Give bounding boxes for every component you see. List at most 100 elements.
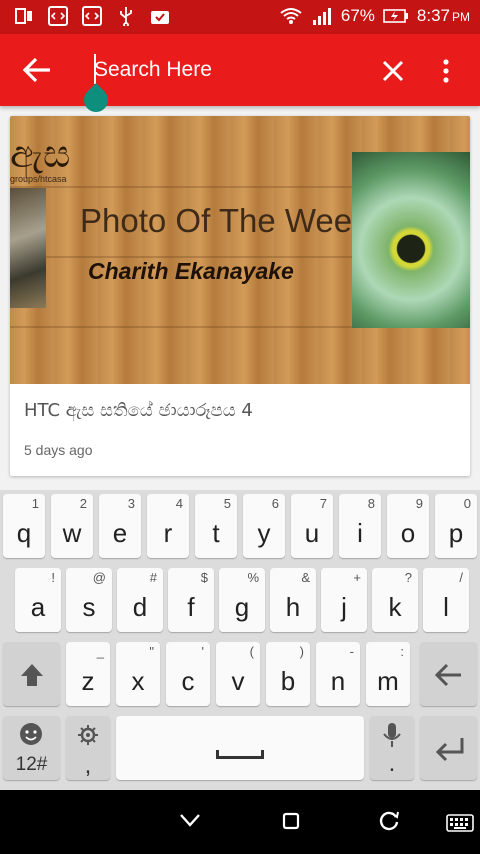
code-icon — [48, 6, 68, 26]
notification-icons — [14, 6, 170, 26]
key-p[interactable]: 0p — [435, 494, 477, 558]
key-hint: 8 — [367, 496, 375, 511]
nav-back-icon[interactable] — [178, 810, 202, 830]
key-hint: 3 — [127, 496, 135, 511]
text-caret — [94, 54, 96, 84]
key-h[interactable]: & h — [270, 568, 316, 632]
settings-icon — [78, 725, 98, 745]
shift-icon — [20, 664, 43, 686]
key-g[interactable]: % g — [219, 568, 265, 632]
key-j[interactable]: + j — [321, 568, 367, 632]
symbols-key[interactable]: 12# — [3, 716, 60, 780]
key-hint: & — [301, 570, 310, 585]
key-hint: 7 — [319, 496, 327, 511]
key-e[interactable]: 3e — [99, 494, 141, 558]
key-hint: ) — [299, 644, 304, 659]
key-hint: 5 — [223, 496, 231, 511]
image-subtitle: Charith Ekanayake — [88, 258, 294, 284]
key-l[interactable]: / l — [423, 568, 469, 632]
key-hint: _ — [96, 644, 104, 659]
key-label: v — [231, 666, 245, 696]
keyboard-icon[interactable] — [446, 814, 474, 832]
key-label: w — [62, 518, 82, 548]
key-x[interactable]: " x — [116, 642, 160, 706]
space-key[interactable] — [116, 716, 364, 780]
backspace-icon — [434, 663, 461, 687]
key-hint: 4 — [175, 496, 183, 511]
image-flower-photo — [352, 152, 470, 328]
key-label: q — [16, 518, 32, 548]
status-bar: 67% 8:37 PM — [0, 0, 480, 34]
post-time: 5 days ago — [24, 442, 93, 458]
key-t[interactable]: 5t — [195, 494, 237, 558]
key-hint: ' — [201, 644, 204, 659]
search-toolbar — [0, 34, 480, 106]
key-label: c — [181, 666, 195, 696]
comma-key[interactable]: , — [66, 716, 110, 780]
key-label: t — [212, 518, 220, 548]
usb-icon — [120, 7, 132, 26]
key-v[interactable]: (v — [216, 642, 260, 706]
navigation-bar — [0, 790, 480, 854]
period-label: . — [388, 750, 396, 777]
key-q[interactable]: 1q — [3, 494, 45, 558]
key-o[interactable]: 9o — [387, 494, 429, 558]
key-label: j — [341, 592, 347, 622]
arrow-left-icon[interactable] — [14, 56, 54, 84]
key-u[interactable]: 7u — [291, 494, 333, 558]
nav-home-icon[interactable] — [282, 812, 300, 830]
symbols-label: 12# — [15, 754, 48, 775]
comma-label: , — [84, 752, 92, 779]
battery-percent: 67% — [340, 6, 375, 25]
key-c[interactable]: ' c — [166, 642, 210, 706]
key-w[interactable]: 2w — [51, 494, 93, 558]
key-f[interactable]: $ f — [168, 568, 214, 632]
soft-keyboard: 1q2w3e4r5t6y7u8i9o0p ! a @ s # d $ f% g & h + j? k / l … — [0, 490, 480, 790]
search-input[interactable] — [94, 52, 354, 88]
key-hint: 1 — [31, 496, 39, 511]
key-label: l — [443, 592, 449, 622]
shift-key[interactable] — [3, 642, 60, 706]
close-icon[interactable] — [378, 56, 408, 86]
key-hint: 0 — [463, 496, 471, 511]
key-a[interactable]: ! a — [15, 568, 61, 632]
key-label: f — [187, 592, 195, 622]
wifi-icon — [280, 8, 302, 24]
key-s[interactable]: @ s — [66, 568, 112, 632]
key-label: g — [234, 592, 250, 622]
image-logo-text: ඇස — [10, 132, 71, 176]
post-image[interactable]: ඇස groups/htcasa Photo Of The Week Chari… — [10, 116, 470, 384]
key-r[interactable]: 4r — [147, 494, 189, 558]
battery-charging-icon — [383, 9, 408, 23]
backspace-key[interactable] — [420, 642, 477, 706]
more-vert-icon[interactable] — [436, 56, 456, 86]
key-k[interactable]: ? k — [372, 568, 418, 632]
key-i[interactable]: 8i — [339, 494, 381, 558]
mic-icon — [383, 723, 401, 747]
clock: 8:37 PM — [416, 6, 470, 25]
key-hint: : — [400, 644, 404, 659]
key-d[interactable]: # d — [117, 568, 163, 632]
key-hint: ? — [404, 570, 412, 585]
key-hint: $ — [200, 570, 208, 585]
key-m[interactable]: :m — [366, 642, 410, 706]
key-label: n — [330, 666, 346, 696]
key-z[interactable]: _ z — [66, 642, 110, 706]
key-hint: " — [149, 644, 154, 659]
post-card[interactable]: ඇස groups/htcasa Photo Of The Week Chari… — [10, 116, 470, 476]
nav-recents-icon[interactable] — [378, 810, 400, 832]
period-key[interactable]: . — [370, 716, 414, 780]
key-label: e — [112, 518, 128, 548]
key-label: k — [388, 592, 402, 622]
phone-icon — [15, 8, 32, 24]
key-label: u — [304, 518, 320, 548]
key-y[interactable]: 6y — [243, 494, 285, 558]
image-left-photo — [10, 188, 46, 308]
key-hint: ! — [51, 570, 55, 585]
key-hint: + — [353, 570, 361, 585]
key-b[interactable]: ) b — [266, 642, 310, 706]
key-hint: # — [149, 570, 157, 585]
key-n[interactable]: -n — [316, 642, 360, 706]
enter-key[interactable] — [420, 716, 477, 780]
key-label: o — [400, 518, 416, 548]
